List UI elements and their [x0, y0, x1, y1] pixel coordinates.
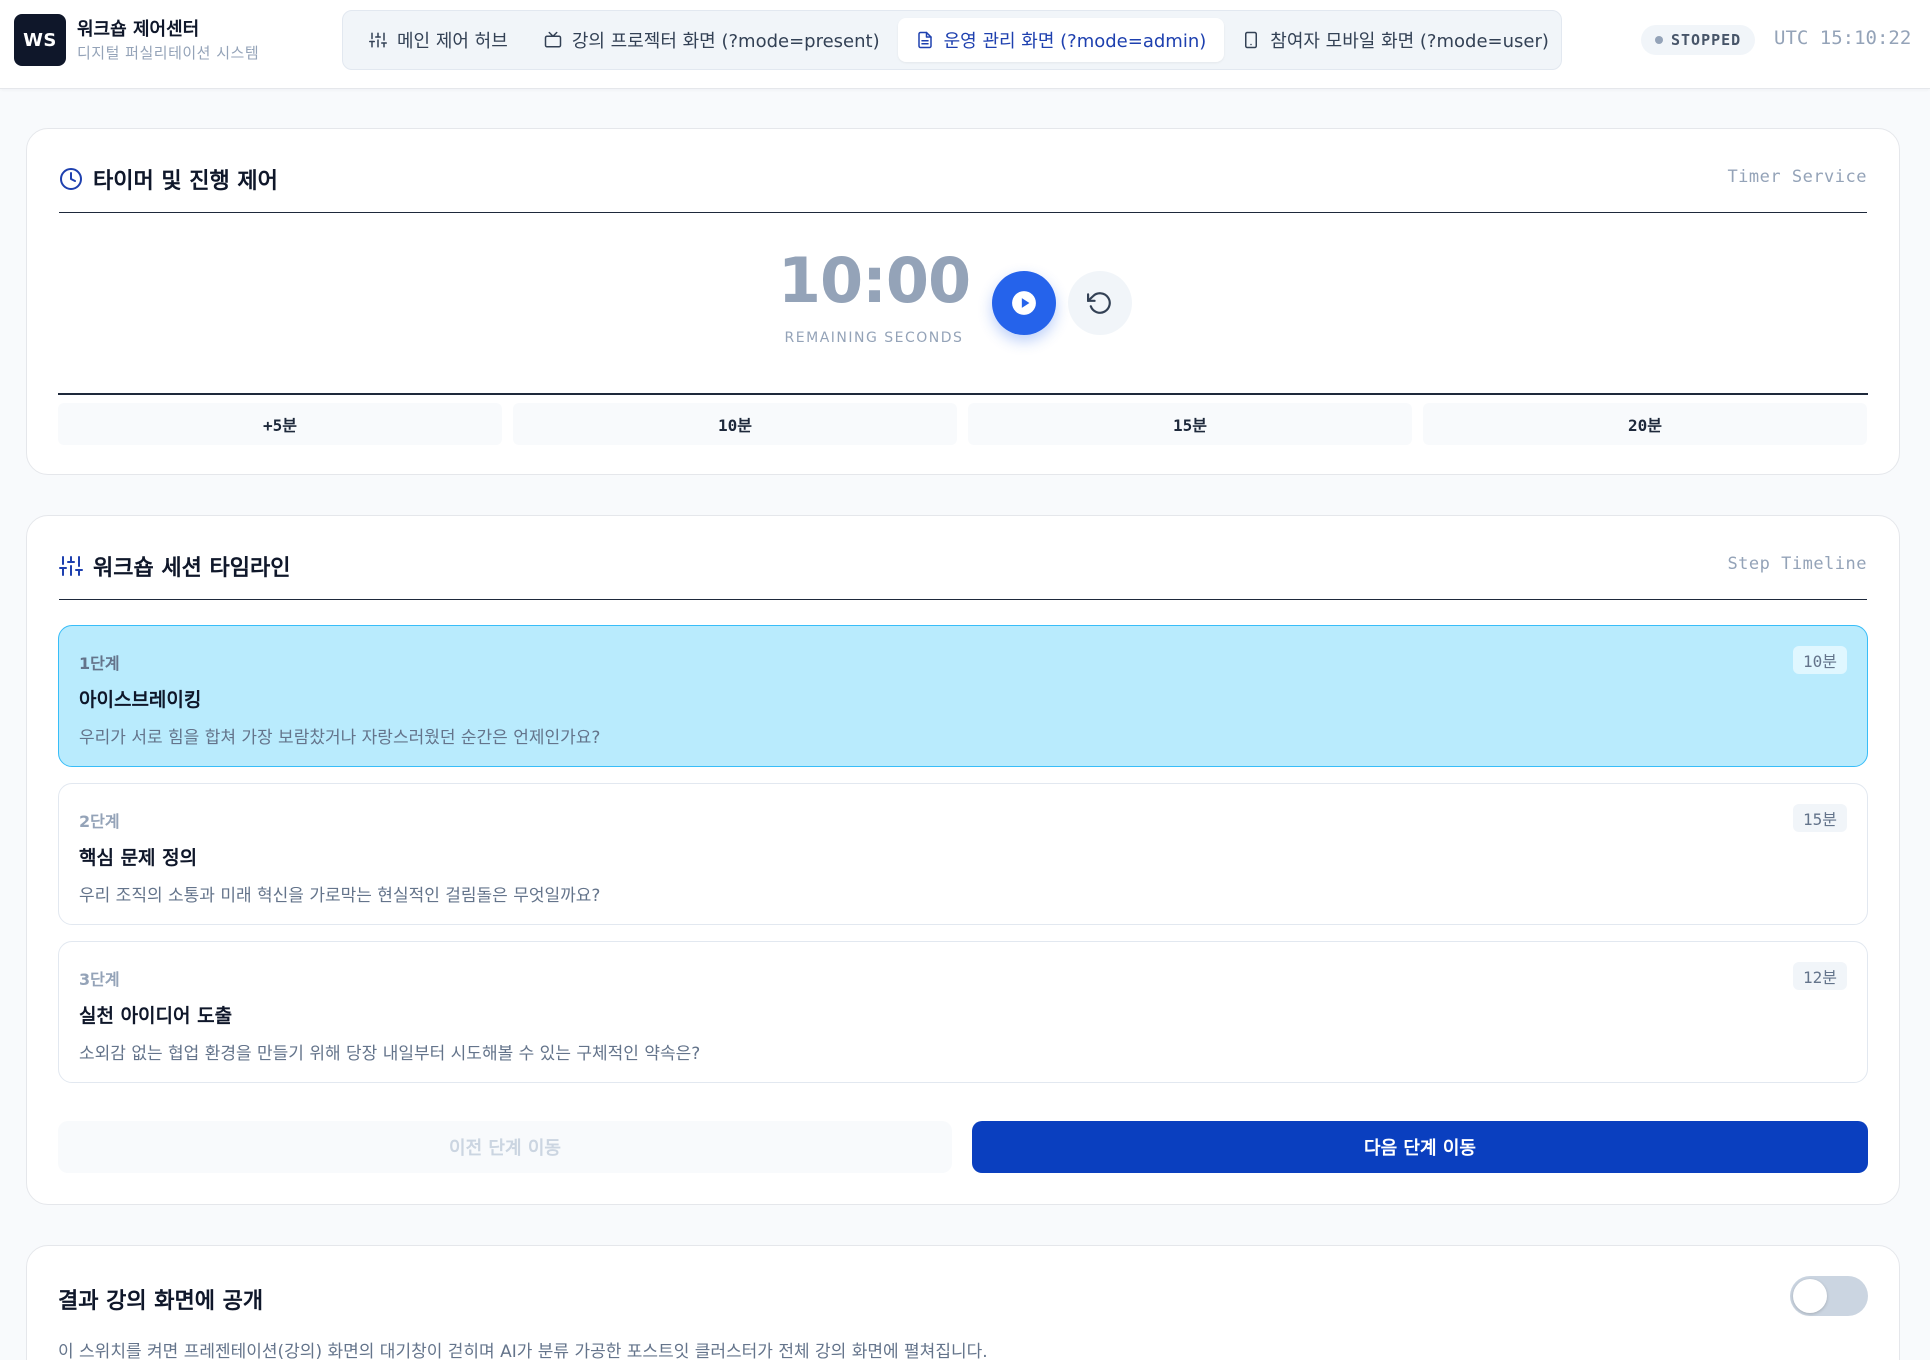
step-number: 3단계: [79, 970, 120, 989]
preset-10min-button[interactable]: 10분: [513, 403, 957, 445]
utc-clock: UTC 15:10:22: [1774, 27, 1912, 49]
timer-card-title: 타이머 및 진행 제어: [59, 163, 278, 195]
timer-card-title-text: 타이머 및 진행 제어: [93, 169, 278, 194]
step-title: 실천 아이디어 도출: [79, 1005, 233, 1027]
timeline-card-header: 워크숍 세션 타임라인 Step Timeline: [59, 516, 1867, 600]
document-icon: [917, 31, 932, 49]
step-question: 소외감 없는 협업 환경을 만들기 위해 당장 내일부터 시도해볼 수 있는 구…: [79, 1044, 701, 1064]
app-subtitle: 디지털 퍼실리테이션 시스템: [77, 44, 260, 62]
play-icon: [1012, 291, 1036, 315]
sliders-icon: [369, 32, 387, 48]
status-label: STOPPED: [1671, 31, 1742, 49]
tab-label: 메인 제어 허브: [397, 31, 508, 52]
step-title: 아이스브레이킹: [79, 689, 202, 711]
publish-description: 이 스위치를 켜면 프레젠테이션(강의) 화면의 대기창이 걷히며 AI가 분류…: [58, 1342, 988, 1360]
timer-caption: REMAINING SECONDS: [784, 330, 964, 346]
step-card-2[interactable]: 2단계 핵심 문제 정의 우리 조직의 소통과 미래 혁신을 가로막는 현실적인…: [58, 783, 1868, 925]
next-step-button[interactable]: 다음 단계 이동: [972, 1121, 1868, 1173]
app-title: 워크숍 제어센터: [77, 19, 200, 40]
mode-tabs: 메인 제어 허브 강의 프로젝터 화면 (?mode=present) 운영 관…: [342, 10, 1562, 70]
play-button[interactable]: [992, 271, 1056, 335]
step-number: 2단계: [79, 812, 120, 831]
tab-label: 참여자 모바일 화면 (?mode=user): [1270, 31, 1549, 52]
timer-divider: [58, 393, 1868, 395]
prev-step-button[interactable]: 이전 단계 이동: [58, 1121, 952, 1173]
publish-toggle[interactable]: [1790, 1276, 1868, 1316]
sliders-icon: [59, 556, 83, 576]
timeline-card-tag: Step Timeline: [1727, 554, 1867, 574]
status-badge: STOPPED: [1641, 25, 1756, 55]
status-dot: [1655, 36, 1663, 44]
step-question: 우리가 서로 힘을 합쳐 가장 보람찼거나 자랑스러웠던 순간은 언제인가요?: [79, 728, 601, 748]
step-duration-badge: 10분: [1793, 646, 1847, 674]
preset-15min-button[interactable]: 15분: [968, 403, 1412, 445]
timer-card-tag: Timer Service: [1727, 167, 1867, 187]
mobile-icon: [1245, 31, 1258, 49]
tab-main-hub[interactable]: 메인 제어 허브: [351, 18, 526, 62]
step-duration-badge: 15분: [1793, 804, 1847, 832]
step-card-3[interactable]: 3단계 실천 아이디어 도출 소외감 없는 협업 환경을 만들기 위해 당장 내…: [58, 941, 1868, 1083]
tab-admin[interactable]: 운영 관리 화면 (?mode=admin): [897, 18, 1225, 62]
top-header: WS 워크숍 제어센터 디지털 퍼실리테이션 시스템 메인 제어 허브 강의 프…: [0, 0, 1930, 89]
timer-display: 10:00: [777, 244, 971, 317]
tab-user[interactable]: 참여자 모바일 화면 (?mode=user): [1224, 18, 1567, 62]
toggle-knob: [1793, 1279, 1827, 1313]
preset-20min-button[interactable]: 20분: [1423, 403, 1867, 445]
timeline-card-title-text: 워크숍 세션 타임라인: [93, 556, 291, 581]
tv-icon: [544, 31, 562, 48]
tab-present[interactable]: 강의 프로젝터 화면 (?mode=present): [526, 18, 898, 62]
preset-plus5-button[interactable]: +5분: [58, 403, 502, 445]
reset-button[interactable]: [1068, 271, 1132, 335]
timeline-card-title: 워크숍 세션 타임라인: [59, 550, 290, 582]
step-number: 1단계: [79, 654, 120, 673]
step-question: 우리 조직의 소통과 미래 혁신을 가로막는 현실적인 걸림돌은 무엇일까요?: [79, 886, 601, 906]
clock-icon: [60, 168, 82, 190]
step-title: 핵심 문제 정의: [79, 847, 198, 869]
rotate-ccw-icon: [1087, 292, 1111, 314]
app-logo: WS: [14, 14, 66, 66]
publish-card-title: 결과 강의 화면에 공개: [58, 1289, 264, 1314]
tab-label: 강의 프로젝터 화면 (?mode=present): [571, 31, 880, 52]
step-duration-badge: 12분: [1793, 962, 1847, 990]
tab-label: 운영 관리 화면 (?mode=admin): [943, 31, 1207, 52]
timer-card-header: 타이머 및 진행 제어 Timer Service: [59, 129, 1867, 213]
step-card-1[interactable]: 1단계 아이스브레이킹 우리가 서로 힘을 합쳐 가장 보람찼거나 자랑스러웠던…: [58, 625, 1868, 767]
